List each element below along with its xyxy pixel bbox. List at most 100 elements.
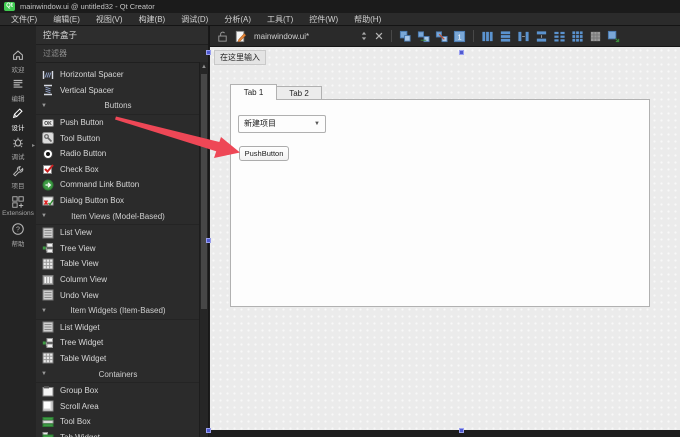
- tab-1[interactable]: Tab 1: [230, 84, 277, 100]
- adjust-size-icon[interactable]: [607, 30, 620, 43]
- window-title: mainwindow.ui @ untitled32 - Qt Creator: [20, 2, 155, 11]
- scroll-area-icon: [42, 400, 54, 412]
- widget-box-item[interactable]: Tree View: [36, 241, 200, 257]
- filter-input[interactable]: 过滤器: [36, 45, 208, 63]
- list-view-icon: [42, 227, 54, 239]
- sidebar-item-help[interactable]: ? 帮助: [0, 220, 36, 249]
- menubar-item[interactable]: 文件(F): [3, 14, 45, 25]
- widget-box-item-label: Undo View: [60, 290, 99, 300]
- menubar-item[interactable]: 构建(B): [131, 14, 174, 25]
- mode-sidebar: 欢迎 编辑设计 调试 ▸ 项目 Extensions? 帮助: [0, 26, 36, 437]
- layout-form-icon[interactable]: [553, 30, 566, 43]
- sidebar-item-edit[interactable]: 编辑: [0, 75, 36, 104]
- widget-box-item[interactable]: Check Box: [36, 162, 200, 178]
- widget-box-item-label: Tab Widget: [60, 433, 100, 437]
- widget-box-item[interactable]: Table Widget: [36, 351, 200, 367]
- main-menubar: 文件(F) 编辑(E) 视图(V) 构建(B) 调试(D) 分析(A) 工具(T) 控件(W)…: [0, 13, 680, 26]
- sidebar-item-welcome[interactable]: 欢迎: [0, 46, 36, 75]
- widget-box-item[interactable]: Vertical Spacer: [36, 83, 200, 99]
- widget-box-section-header[interactable]: ▼ Buttons: [36, 98, 200, 115]
- column-view-icon: [42, 274, 54, 286]
- menubar-item[interactable]: 调试(D): [173, 14, 216, 25]
- collapse-triangle-icon: ▼: [41, 213, 47, 220]
- widget-box-item-label: Push Button: [60, 118, 104, 128]
- combo-box[interactable]: 新建项目 ▼: [238, 115, 326, 133]
- widget-box-item[interactable]: Tool Button: [36, 130, 200, 146]
- menubar-item[interactable]: 编辑(E): [45, 14, 88, 25]
- widget-box-item-label: Tool Button: [60, 133, 101, 143]
- help-icon: ?: [11, 222, 25, 237]
- edit-buddies-icon[interactable]: [435, 30, 448, 43]
- widget-box-item[interactable]: List View: [36, 225, 200, 241]
- sidebar-item-label: 设计: [11, 124, 25, 132]
- widget-box-item[interactable]: Tool Box: [36, 414, 200, 430]
- menubar-item[interactable]: 分析(A): [216, 14, 259, 25]
- sidebar-item-projects[interactable]: 项目: [0, 162, 36, 191]
- section-header-label: Item Widgets (Item-Based): [70, 306, 166, 316]
- home-icon: [11, 48, 25, 63]
- layout-vertical-icon[interactable]: [499, 30, 512, 43]
- sidebar-item-debug[interactable]: 调试 ▸: [0, 133, 36, 162]
- edit-lines-icon: [11, 77, 25, 92]
- submenu-arrow-icon: ▸: [31, 143, 35, 149]
- widget-box-item-label: Tree Widget: [60, 338, 104, 348]
- widget-box-item[interactable]: Table View: [36, 256, 200, 272]
- sidebar-item-design[interactable]: 设计: [0, 104, 36, 133]
- dialog-button-box-icon: [42, 195, 54, 207]
- widget-box-item[interactable]: Scroll Area: [36, 398, 200, 414]
- close-icon[interactable]: [374, 31, 384, 41]
- widget-box-item[interactable]: OK Push Button: [36, 115, 200, 131]
- form-resize-handle[interactable]: [206, 50, 211, 55]
- widget-box-item[interactable]: Tab Widget: [36, 430, 200, 437]
- break-layout-icon[interactable]: [589, 30, 602, 43]
- menubar-item[interactable]: 工具(T): [259, 14, 301, 25]
- collapse-triangle-icon: ▼: [41, 102, 47, 109]
- layout-horizontal-icon[interactable]: [481, 30, 494, 43]
- widget-box-section-header[interactable]: ▼ Containers: [36, 366, 200, 383]
- widget-box-panel: 控件盒子 过滤器 Horizontal Spacer Vertical Space…: [36, 26, 209, 437]
- document-selector[interactable]: mainwindow.ui*: [254, 32, 309, 41]
- edit-taborder-icon[interactable]: 1: [453, 30, 466, 43]
- widget-box-item[interactable]: Command Link Button: [36, 177, 200, 193]
- widget-box-item[interactable]: Group Box: [36, 383, 200, 399]
- sidebar-item-extensions[interactable]: Extensions: [0, 191, 36, 220]
- form-resize-handle[interactable]: [459, 428, 464, 433]
- updown-icon[interactable]: [359, 30, 369, 42]
- combo-box-value: 新建项目: [244, 119, 276, 128]
- widget-box-item[interactable]: Radio Button: [36, 146, 200, 162]
- form-menubar-type-here[interactable]: 在这里输入: [214, 50, 266, 65]
- widget-box-item-label: Dialog Button Box: [60, 196, 125, 206]
- push-button-widget[interactable]: PushButton: [239, 146, 289, 161]
- unlock-icon[interactable]: [216, 30, 229, 43]
- widget-box-item[interactable]: Column View: [36, 272, 200, 288]
- tree-view-icon: [42, 337, 54, 349]
- edit-widgets-icon[interactable]: [399, 30, 412, 43]
- scrollbar-thumb[interactable]: [201, 74, 207, 309]
- splitter-horizontal-icon[interactable]: [517, 30, 530, 43]
- form-resize-handle[interactable]: [206, 428, 211, 433]
- widget-box-section-header[interactable]: ▼ Item Widgets (Item-Based): [36, 303, 200, 320]
- menubar-item[interactable]: 帮助(H): [346, 14, 389, 25]
- tab-2[interactable]: Tab 2: [276, 86, 322, 100]
- widget-box-item-label: Scroll Area: [60, 401, 99, 411]
- sidebar-item-label: 帮助: [11, 240, 25, 248]
- layout-grid-icon[interactable]: [571, 30, 584, 43]
- menubar-item[interactable]: 视图(V): [88, 14, 131, 25]
- splitter-vertical-icon[interactable]: [535, 30, 548, 43]
- widget-box-item[interactable]: Dialog Button Box: [36, 193, 200, 209]
- table-view-icon: [42, 258, 54, 270]
- widget-box-item[interactable]: List Widget: [36, 320, 200, 336]
- form-resize-handle[interactable]: [459, 50, 464, 55]
- widget-box-item[interactable]: Horizontal Spacer: [36, 67, 200, 83]
- widget-box-item[interactable]: Undo View: [36, 287, 200, 303]
- form-canvas[interactable]: 在这里输入 Tab 1 Tab 2 新建项目 ▼ PushButton: [210, 47, 680, 430]
- form-resize-handle[interactable]: [206, 238, 211, 243]
- widget-box-scrollbar[interactable]: ▲: [199, 62, 208, 437]
- menubar-item[interactable]: 控件(W): [301, 14, 346, 25]
- edit-signals-icon[interactable]: [417, 30, 430, 43]
- widget-box-section-header[interactable]: ▼ Item Views (Model-Based): [36, 208, 200, 225]
- scrollbar-up-icon[interactable]: ▲: [200, 62, 208, 72]
- sidebar-item-label: 项目: [11, 182, 25, 190]
- list-view-icon: [42, 289, 54, 301]
- widget-box-item[interactable]: Tree Widget: [36, 335, 200, 351]
